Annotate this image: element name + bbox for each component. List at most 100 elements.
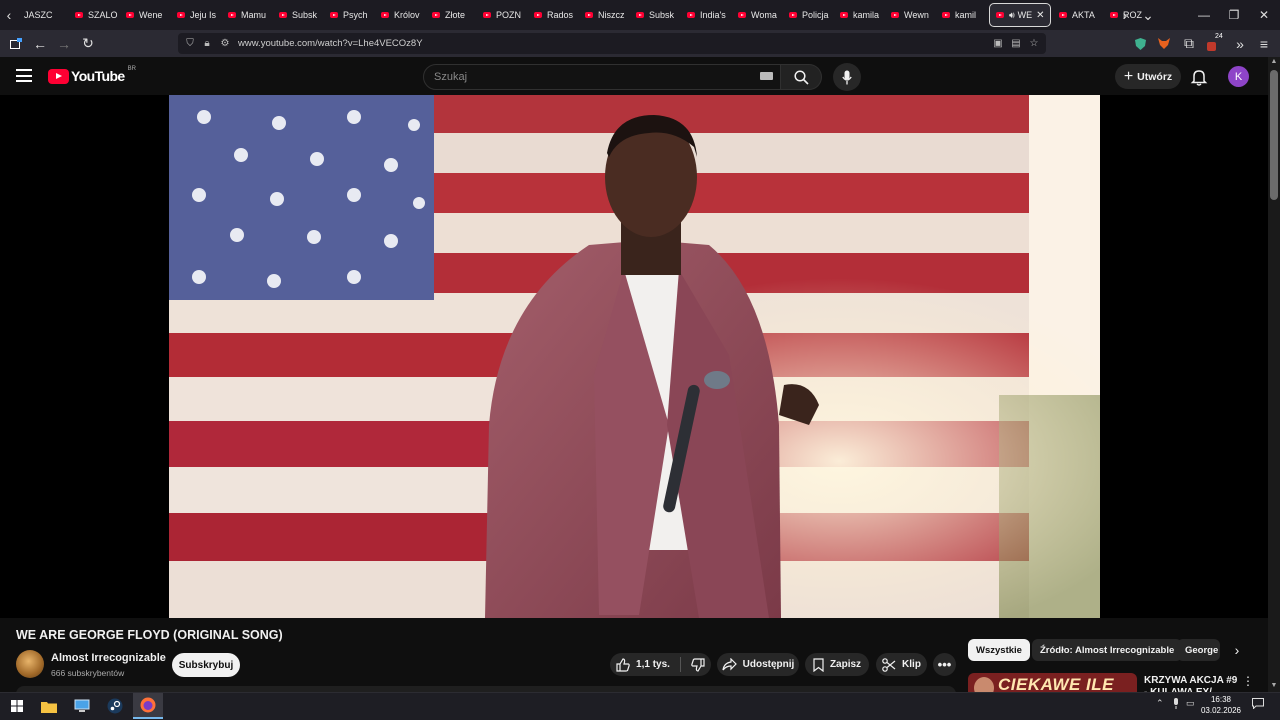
lock-icon[interactable]: 🔒︎: [199, 33, 215, 54]
youtube-logo-text: YouTube: [71, 68, 125, 84]
browser-tab-label: Subsk: [292, 10, 318, 20]
tracking-protection-icon[interactable]: ⛉: [182, 33, 198, 54]
browser-tab-label: Policja: [802, 10, 829, 20]
guide-menu-icon[interactable]: [16, 69, 32, 82]
like-button[interactable]: 1,1 tys.: [616, 657, 670, 672]
file-explorer-icon[interactable]: [34, 693, 64, 719]
dislike-button[interactable]: [691, 657, 705, 672]
browser-tab[interactable]: Mamu: [222, 0, 273, 30]
youtube-favicon-icon: [687, 12, 695, 18]
clip-button[interactable]: Klip: [876, 653, 927, 676]
browser-tab[interactable]: kamila: [834, 0, 885, 30]
more-actions-icon[interactable]: •••: [933, 653, 956, 676]
browser-tab[interactable]: AKTA: [1053, 0, 1104, 30]
subscribe-button[interactable]: Subskrybuj: [172, 653, 240, 677]
save-button[interactable]: Zapisz: [805, 653, 869, 676]
tab-scroll-left-icon[interactable]: ‹: [0, 0, 18, 30]
browser-tab[interactable]: Jeju Is: [171, 0, 222, 30]
back-icon[interactable]: ←: [28, 30, 52, 57]
chip-source-channel[interactable]: Źródło: Almost Irrecognizable: [1032, 639, 1183, 661]
voice-search-button[interactable]: [833, 63, 861, 91]
fox-extension-icon[interactable]: [1152, 30, 1176, 57]
youtube-logo[interactable]: YouTube BR: [48, 66, 136, 84]
search-placeholder: Szukaj: [434, 71, 468, 83]
tray-chevron-up-icon[interactable]: ⌃: [1156, 698, 1164, 709]
more-vertical-icon[interactable]: ⋮: [1242, 674, 1254, 688]
browser-tab[interactable]: Subsk: [273, 0, 324, 30]
browser-tab-active[interactable]: 🔊︎ WE ✕: [989, 3, 1051, 27]
browser-tab-strip: ‹ JASZC SZALO Wene Jeju Is Mamu Subsk Psych Kró…: [0, 0, 1280, 30]
browser-tab[interactable]: Woma: [732, 0, 783, 30]
channel-name[interactable]: Almost Irrecognizable: [51, 652, 166, 664]
scrollbar-thumb[interactable]: [1270, 70, 1278, 200]
tab-scroll-right-icon[interactable]: ›: [1116, 0, 1134, 30]
browser-tab[interactable]: Królov: [375, 0, 426, 30]
share-button[interactable]: Udostępnij: [717, 653, 799, 676]
video-still-image: [169, 95, 1100, 618]
browser-tab[interactable]: JASZC: [18, 0, 69, 30]
youtube-favicon-icon: [126, 12, 134, 18]
permissions-icon[interactable]: ⚙︎: [217, 33, 233, 54]
browser-tab-label: Woma: [751, 10, 777, 20]
notifications-bell-icon[interactable]: [1188, 66, 1210, 88]
search-button[interactable]: [781, 64, 822, 90]
browser-tab-label: Psych: [343, 10, 368, 20]
taskbar-clock[interactable]: 16:38 03.02.2026: [1198, 694, 1244, 716]
extensions-puzzle-icon[interactable]: ⧉: [1177, 30, 1201, 57]
browser-tab-label: POZN: [496, 10, 522, 20]
network-tray-icon[interactable]: ▭: [1186, 698, 1195, 709]
browser-tab[interactable]: Policja: [783, 0, 834, 30]
windows-start-icon[interactable]: [2, 693, 32, 719]
forward-icon[interactable]: →: [52, 30, 76, 57]
scroll-up-icon[interactable]: ▲: [1268, 58, 1280, 68]
browser-tab[interactable]: Rados: [528, 0, 579, 30]
close-tab-icon[interactable]: ✕: [1036, 10, 1044, 21]
browser-tab[interactable]: kamil: [936, 0, 987, 30]
browser-tab[interactable]: POZN: [477, 0, 528, 30]
account-avatar[interactable]: K: [1228, 66, 1249, 87]
browser-tab[interactable]: Wene: [120, 0, 171, 30]
app-menu-icon[interactable]: ≡: [1252, 30, 1276, 57]
create-button[interactable]: + Utwórz: [1115, 64, 1181, 89]
notification-center-icon[interactable]: [1252, 698, 1264, 711]
search-input[interactable]: Szukaj: [423, 64, 781, 90]
chip-all[interactable]: Wszystkie: [968, 639, 1030, 661]
address-bar[interactable]: www.youtube.com/watch?v=Lhe4VECOz8Y: [178, 33, 1046, 54]
reader-view-icon[interactable]: ▤: [1008, 33, 1024, 54]
scroll-down-icon[interactable]: ▼: [1268, 682, 1280, 692]
sidebar-toggle-icon[interactable]: [4, 30, 28, 57]
speaker-icon[interactable]: 🔊︎: [1009, 10, 1015, 21]
browser-tab[interactable]: Psych: [324, 0, 375, 30]
browser-tab[interactable]: SZALO: [69, 0, 120, 30]
browser-toolbar: ← → ↻ www.youtube.com/watch?v=Lhe4VECOz8…: [0, 30, 1280, 57]
browser-tab[interactable]: Złote: [426, 0, 477, 30]
browser-tab[interactable]: Subsk: [630, 0, 681, 30]
reload-icon[interactable]: ↻: [76, 30, 100, 57]
firefox-taskbar-icon[interactable]: [133, 693, 163, 719]
computer-icon[interactable]: [67, 693, 97, 719]
channel-avatar[interactable]: [16, 650, 44, 678]
youtube-favicon-icon: [279, 12, 287, 18]
restore-window-icon[interactable]: ❐: [1218, 0, 1250, 30]
chevron-right-icon[interactable]: ›: [1228, 640, 1246, 660]
steam-icon[interactable]: [100, 693, 130, 719]
badge-extension-icon[interactable]: 24: [1204, 30, 1228, 57]
taskbar: [0, 692, 1280, 720]
close-window-icon[interactable]: ✕: [1248, 0, 1280, 30]
browser-tab[interactable]: India's: [681, 0, 732, 30]
shield-extension-icon[interactable]: [1128, 30, 1152, 57]
microphone-tray-icon[interactable]: [1172, 698, 1180, 711]
picture-in-picture-icon[interactable]: ▣: [990, 33, 1006, 54]
video-frame[interactable]: [169, 95, 1100, 618]
avatar-letter: K: [1234, 70, 1243, 83]
youtube-masthead: YouTube BR Szukaj + Utwórz K: [0, 57, 1280, 95]
bookmark-star-icon[interactable]: ☆: [1026, 33, 1042, 54]
browser-tab[interactable]: Niszcz: [579, 0, 630, 30]
overflow-chevrons-icon[interactable]: »: [1228, 30, 1252, 57]
tab-list: JASZC SZALO Wene Jeju Is Mamu Subsk Psych Królo…: [18, 0, 1155, 30]
tab-list-dropdown-icon[interactable]: ⌄: [1138, 0, 1158, 30]
keyboard-icon[interactable]: [760, 72, 773, 80]
browser-tab[interactable]: Wewn: [885, 0, 936, 30]
chip-george[interactable]: George: [1177, 639, 1220, 661]
minimize-window-icon[interactable]: —: [1188, 0, 1220, 30]
